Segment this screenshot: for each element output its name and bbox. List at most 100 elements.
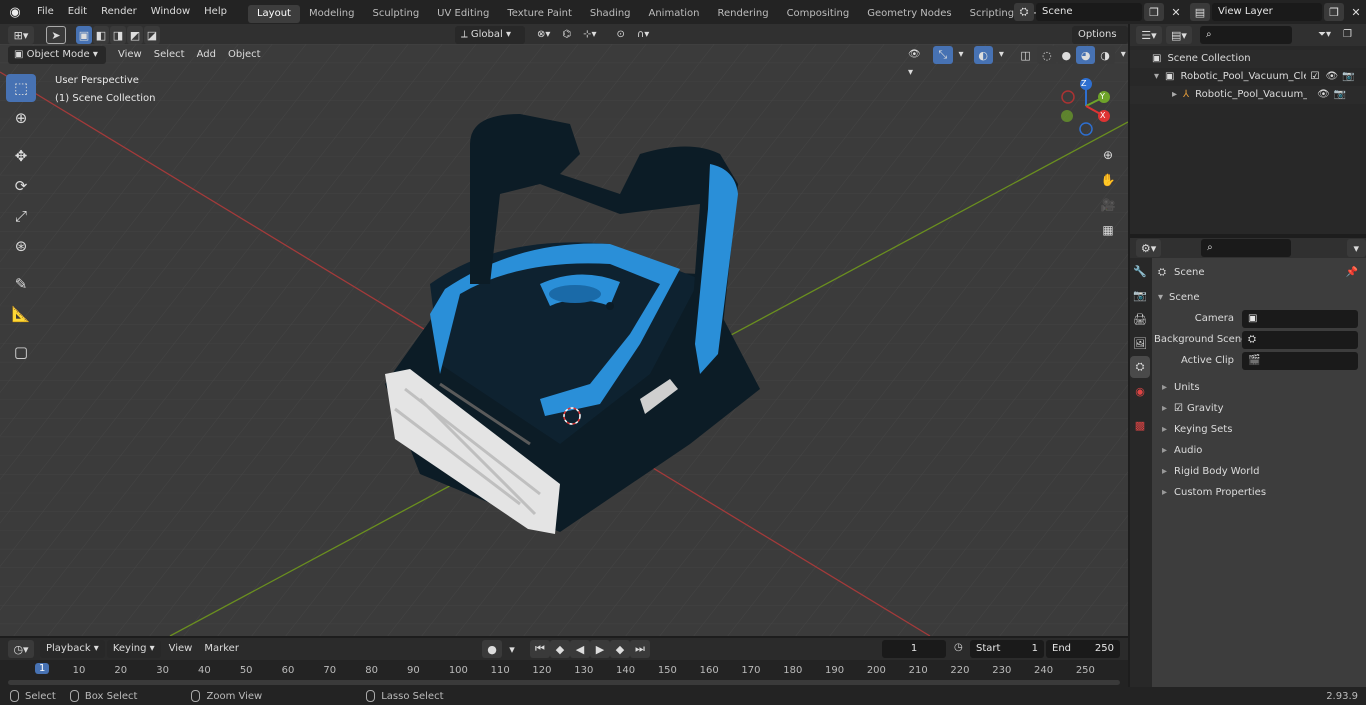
blender-logo-icon[interactable]: ◉	[0, 5, 30, 20]
panel-custom-properties[interactable]: Custom Properties	[1154, 482, 1364, 503]
panel-units[interactable]: Units	[1154, 377, 1364, 398]
tab-layout[interactable]: Layout	[247, 4, 300, 23]
pivot-icon[interactable]: ⊗▾	[531, 26, 556, 44]
outliner-row-scene-collection[interactable]: ▣ Scene Collection	[1130, 50, 1366, 68]
preview-range-icon[interactable]: ◷	[954, 642, 963, 653]
playback-dropdown[interactable]: Playback ▾	[40, 640, 105, 658]
options-dropdown[interactable]: Options ▾	[1072, 26, 1128, 58]
rendered-shading-icon[interactable]: ◑	[1095, 46, 1115, 64]
menu-object[interactable]: Object	[222, 46, 267, 64]
mode-invert-icon[interactable]: ◩	[127, 26, 143, 44]
tab-sculpting[interactable]: Sculpting	[363, 5, 428, 23]
move-tool-icon[interactable]: ✥	[6, 142, 36, 170]
menu-file[interactable]: File	[30, 0, 61, 24]
outliner-display-mode-icon[interactable]: ▤▾	[1166, 26, 1192, 44]
menu-render[interactable]: Render	[94, 0, 144, 24]
expand-arrow-icon[interactable]: ▾	[1154, 68, 1159, 86]
timeline-editor-type-icon[interactable]: ◷▾	[8, 640, 34, 658]
view-layer-browse-icon[interactable]: ▤	[1190, 3, 1210, 21]
background-scene-field[interactable]: ⛭	[1242, 330, 1358, 349]
properties-options-icon[interactable]: ▾	[1346, 239, 1366, 257]
expand-arrow-icon[interactable]: ▸	[1172, 86, 1177, 104]
active-clip-field[interactable]: 🎬	[1242, 351, 1358, 370]
measure-tool-icon[interactable]: 📐	[6, 300, 36, 328]
timeline-menu-view[interactable]: View	[163, 640, 199, 658]
transform-tool-icon[interactable]: ⊛	[6, 232, 36, 260]
camera-view-icon[interactable]: 🎥	[1097, 194, 1119, 216]
falloff-icon[interactable]: ∩▾	[631, 26, 655, 44]
tab-modeling[interactable]: Modeling	[300, 5, 364, 23]
panel-audio[interactable]: Audio	[1154, 440, 1364, 461]
end-frame-field[interactable]: End 250	[1046, 640, 1120, 658]
3d-viewport[interactable]: User Perspective (1) Scene Collection Z …	[0, 44, 1128, 636]
scene-browse-icon[interactable]: ⛭	[1014, 3, 1034, 21]
menu-view[interactable]: View	[112, 46, 148, 64]
view-layer-tab-icon[interactable]: 🖼	[1130, 332, 1150, 354]
menu-edit[interactable]: Edit	[61, 0, 94, 24]
camera-render-icon[interactable]: 📷	[1334, 86, 1346, 104]
view-layer-field[interactable]: View Layer	[1212, 3, 1322, 21]
menu-window[interactable]: Window	[144, 0, 197, 24]
visibility-icon[interactable]: 👁▾	[902, 46, 931, 78]
outliner-editor-type-icon[interactable]: ☰▾	[1136, 26, 1162, 44]
pan-hand-icon[interactable]: ✋	[1097, 169, 1119, 191]
tab-shading[interactable]: Shading	[581, 5, 640, 23]
menu-add[interactable]: Add	[191, 46, 222, 64]
keying-dropdown[interactable]: Keying ▾	[106, 640, 161, 658]
select-tool-icon[interactable]: ➤	[46, 26, 66, 44]
scene-name-field[interactable]: Scene	[1036, 3, 1142, 21]
wireframe-shading-icon[interactable]: ◌	[1037, 46, 1057, 64]
tab-compositing[interactable]: Compositing	[778, 5, 859, 23]
overlay-dropdown-icon[interactable]: ▾	[993, 46, 1010, 64]
panel-rigid-body-world[interactable]: Rigid Body World	[1154, 461, 1364, 482]
camera-render-icon[interactable]: 📷	[1342, 68, 1354, 86]
exclude-checkbox-icon[interactable]: ☑	[1310, 68, 1319, 86]
mode-intersect-icon[interactable]: ◪	[144, 26, 160, 44]
timeline-area[interactable]: 1 10 20 30 40 50 60 70 80 90 100 110 120 130 140 150 160…	[0, 660, 1128, 687]
delete-view-layer-icon[interactable]: ✕	[1346, 3, 1366, 21]
mode-extend-icon[interactable]: ◧	[93, 26, 109, 44]
snap-target-icon[interactable]: ⊹▾	[577, 26, 602, 44]
properties-search-input[interactable]: ⌕	[1201, 239, 1291, 257]
scene-tab-icon[interactable]: ⛭	[1130, 356, 1150, 378]
new-scene-icon[interactable]: ❐	[1144, 3, 1164, 21]
menu-help[interactable]: Help	[197, 0, 234, 24]
select-box-tool-icon[interactable]: ⬚	[6, 74, 36, 102]
outliner-row-model-collection[interactable]: ▾ ▣ Robotic_Pool_Vacuum_Cleaner ☑ 👁 📷	[1130, 68, 1366, 86]
scale-tool-icon[interactable]: ⤢	[6, 202, 36, 230]
tool-tab-icon[interactable]: 🔧	[1130, 260, 1150, 282]
world-tab-icon[interactable]: ◉	[1130, 380, 1150, 402]
outliner-row-model-object[interactable]: ▸ ⅄ Robotic_Pool_Vacuum_C 👁 📷	[1130, 86, 1366, 104]
panel-gravity[interactable]: ☑ Gravity	[1154, 398, 1364, 419]
material-shading-icon[interactable]: ◕	[1076, 46, 1096, 64]
jump-start-icon[interactable]: ⏮	[530, 640, 550, 658]
eye-icon[interactable]: 👁	[1317, 86, 1330, 104]
snap-icon[interactable]: ⌬	[556, 26, 577, 44]
add-cube-tool-icon[interactable]: ▢	[6, 338, 36, 366]
camera-field[interactable]: ▣	[1242, 309, 1358, 328]
annotate-tool-icon[interactable]: ✎	[6, 270, 36, 298]
rotate-tool-icon[interactable]: ⟳	[6, 172, 36, 200]
properties-editor-type-icon[interactable]: ⚙▾	[1136, 239, 1162, 257]
output-tab-icon[interactable]: 🖨	[1130, 308, 1150, 330]
tab-uv-editing[interactable]: UV Editing	[428, 5, 498, 23]
panel-keying-sets[interactable]: Keying Sets	[1154, 419, 1364, 440]
prev-keyframe-icon[interactable]: ◆	[550, 640, 570, 658]
xray-icon[interactable]: ◫	[1016, 46, 1035, 64]
jump-end-icon[interactable]: ⏭	[630, 640, 650, 658]
gizmo-dropdown-icon[interactable]: ▾	[953, 46, 970, 64]
proportional-edit-icon[interactable]: ⊙	[611, 26, 631, 44]
gizmo-toggle-icon[interactable]: ⤡	[933, 46, 953, 64]
eye-icon[interactable]: 👁	[1325, 68, 1338, 86]
play-reverse-icon[interactable]: ◀	[570, 640, 590, 658]
render-tab-icon[interactable]: 📷	[1130, 284, 1150, 306]
timeline-scrollbar[interactable]	[8, 680, 1120, 685]
current-frame-field[interactable]: 1	[882, 640, 946, 658]
menu-select[interactable]: Select	[148, 46, 191, 64]
timeline-menu-marker[interactable]: Marker	[198, 640, 245, 658]
texture-tab-icon[interactable]: ▩	[1130, 414, 1150, 436]
mode-subtract-icon[interactable]: ◨	[110, 26, 126, 44]
solid-shading-icon[interactable]: ●	[1056, 46, 1077, 64]
editor-type-icon[interactable]: ⊞▾	[8, 26, 34, 44]
tab-rendering[interactable]: Rendering	[708, 5, 777, 23]
